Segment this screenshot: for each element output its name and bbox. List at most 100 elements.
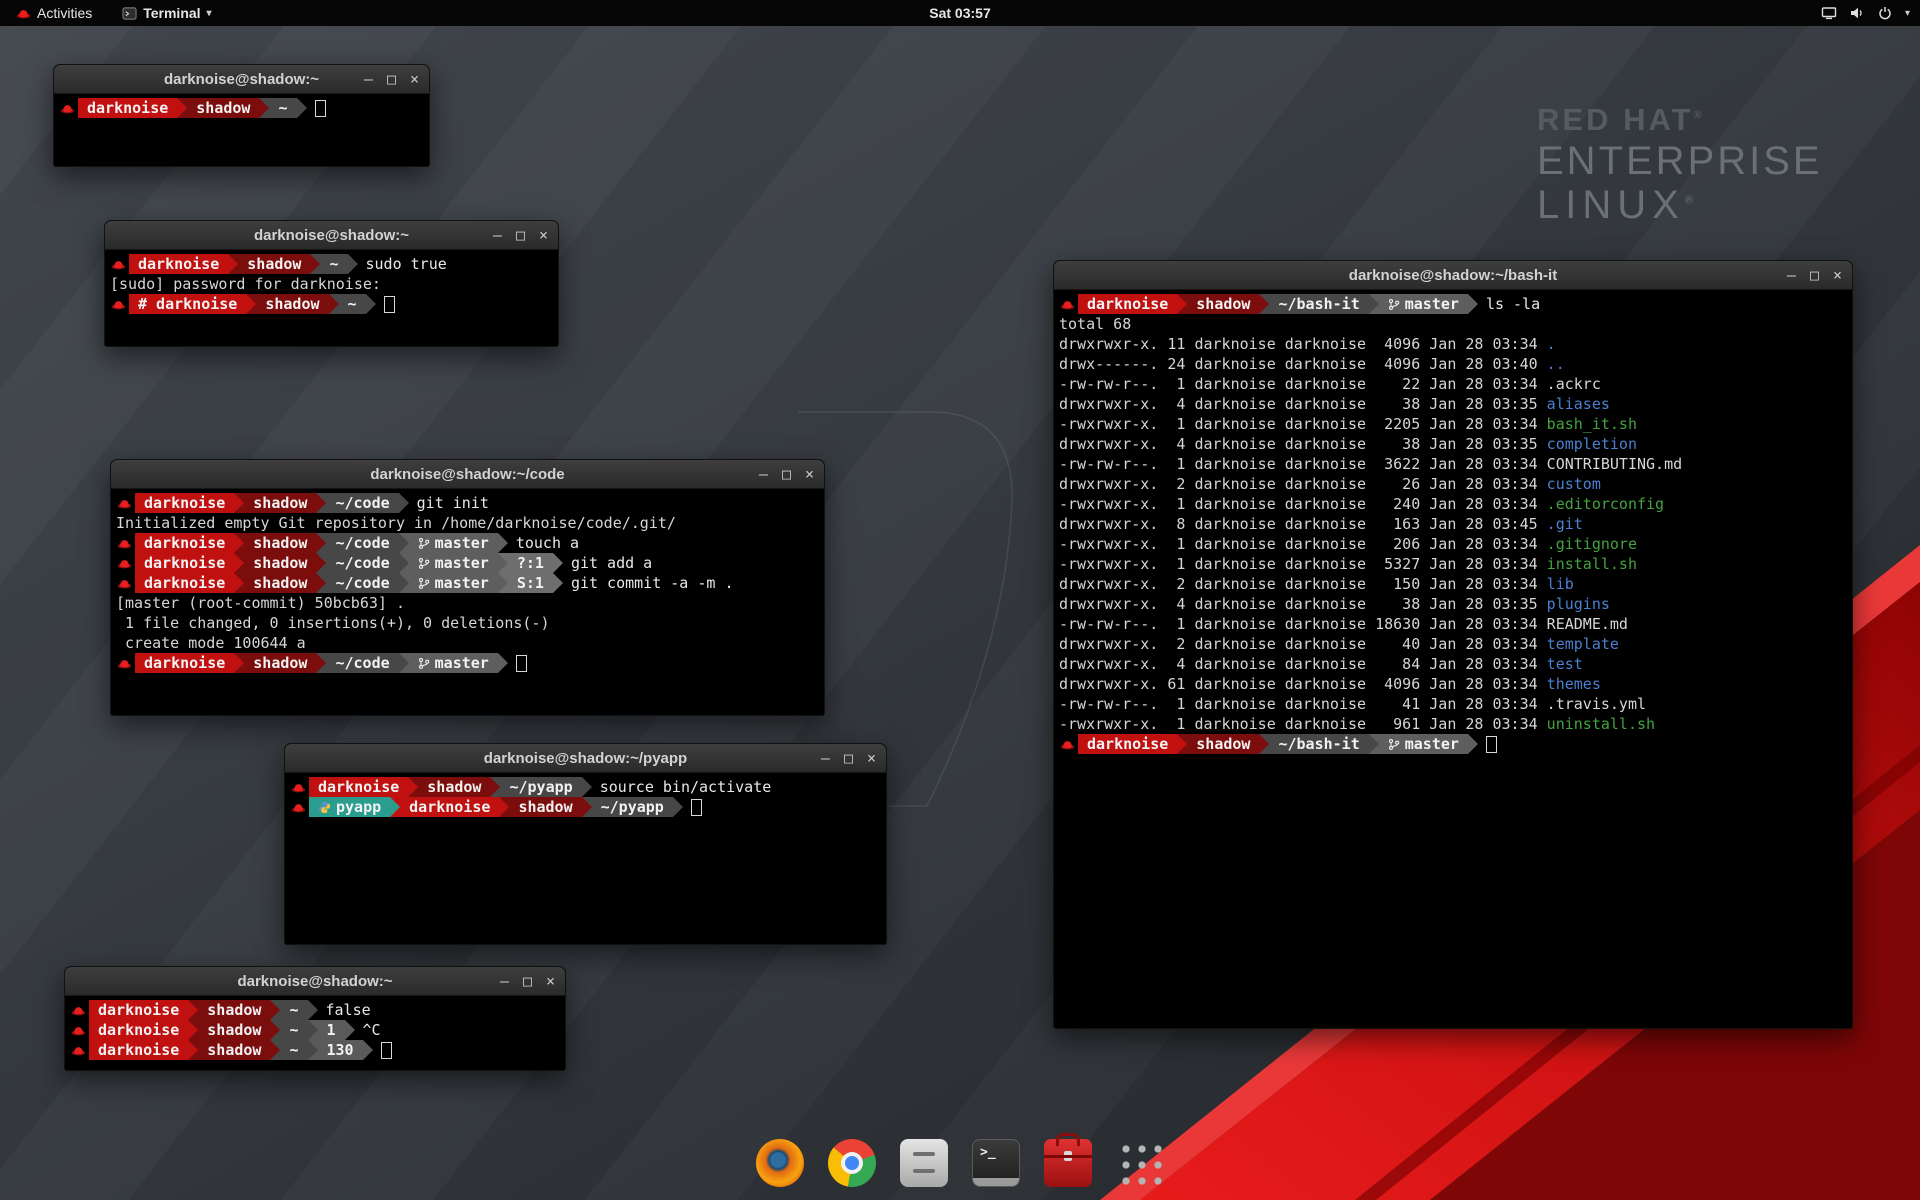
output-text: -rwxrwxr-x. 1 darknoise darknoise 5327 J… [1059,554,1637,574]
terminal-line: darknoiseshadow~130 [70,1040,559,1060]
prompt-segment-path: ~ [269,98,296,118]
powerline-separator [316,493,326,513]
maximize-button[interactable]: □ [782,460,791,488]
output-text: total 68 [1059,314,1131,334]
terminal-line: pyappdarknoiseshadow~/pyapp [290,797,880,817]
minimize-button[interactable]: – [364,65,373,93]
powerline-separator [498,573,508,593]
output-text: drwxrwxr-x. 4 darknoise darknoise 38 Jan… [1059,594,1610,614]
maximize-button[interactable]: □ [387,65,396,93]
top-bar: Activities Terminal ▾ Sat 03:57 ▾ [0,0,1920,26]
close-button[interactable]: × [539,221,548,249]
maximize-button[interactable]: □ [1810,261,1819,289]
filename-dir: .git [1547,515,1583,533]
terminal-body[interactable]: darknoiseshadow~ [54,94,429,118]
minimize-button[interactable]: – [1787,261,1796,289]
minimize-button[interactable]: – [493,221,502,249]
prompt-segment-host: shadow [509,797,581,817]
terminal-line: drwxrwxr-x. 4 darknoise darknoise 38 Jan… [1059,594,1846,614]
terminal-icon: >_ [972,1139,1020,1187]
terminal-body[interactable]: darknoiseshadow~/pyappsource bin/activat… [285,773,886,817]
command-text: false [318,1000,371,1020]
clock[interactable]: Sat 03:57 [0,5,1920,21]
terminal-line: # darknoiseshadow~ [110,294,552,314]
command-text: git commit -a -m . [563,573,734,593]
terminal-cursor [691,799,702,816]
prompt-segment-host: shadow [1187,294,1259,314]
filename-exec: .gitignore [1547,535,1637,553]
window-titlebar[interactable]: darknoise@shadow:~/pyapp – □ × [285,744,886,773]
terminal-body[interactable]: darknoiseshadow~/bash-itmasterls -latota… [1054,290,1852,754]
powerline-separator [310,254,320,274]
close-button[interactable]: × [867,744,876,772]
output-text: drwxrwxr-x. 8 darknoise darknoise 163 Ja… [1059,514,1583,534]
close-button[interactable]: × [546,967,555,995]
dock-item-toolbox[interactable] [1043,1138,1093,1188]
output-part: drwxrwxr-x. 2 darknoise darknoise 150 Ja… [1059,575,1547,593]
terminal-cursor [315,100,326,117]
dock-item-firefox[interactable] [755,1138,805,1188]
prompt-segment-user: darknoise [400,797,499,817]
dock-item-terminal[interactable]: >_ [971,1138,1021,1188]
window-titlebar[interactable]: darknoise@shadow:~ – □ × [65,967,565,996]
maximize-button[interactable]: □ [844,744,853,772]
terminal-line: -rwxrwxr-x. 1 darknoise darknoise 5327 J… [1059,554,1846,574]
output-part: .travis.yml [1547,695,1646,713]
powerline-separator [329,294,339,314]
dock-item-chrome[interactable] [827,1138,877,1188]
command-text: ls -la [1478,294,1540,314]
red-hat-icon [290,777,309,797]
output-text: drwx------. 24 darknoise darknoise 4096 … [1059,354,1565,374]
window-titlebar[interactable]: darknoise@shadow:~/code – □ × [111,460,824,489]
red-hat-icon [110,254,129,274]
powerline-separator [1259,734,1269,754]
powerline-separator [408,777,418,797]
powerline-separator [270,1000,280,1020]
prompt-segment-status: ?:1 [508,553,553,573]
dock-item-files[interactable] [899,1138,949,1188]
prompt-segment-host: shadow [198,1000,270,1020]
terminal-prompt-glyph: >_ [980,1145,996,1160]
prompt-segment-user: darknoise [135,533,234,553]
prompt-segment-host: shadow [244,493,316,513]
prompt-segment-user: darknoise [135,493,234,513]
output-part: -rwxrwxr-x. 1 darknoise darknoise 5327 J… [1059,555,1547,573]
window-titlebar[interactable]: darknoise@shadow:~/bash-it – □ × [1054,261,1852,290]
volume-icon [1849,5,1865,21]
git-branch-icon [418,537,430,550]
powerline-separator [270,1020,280,1040]
close-button[interactable]: × [410,65,419,93]
output-text: [master (root-commit) 50bcb63] . [116,593,405,613]
terminal-body[interactable]: darknoiseshadow~/codegit initInitialized… [111,489,824,673]
close-button[interactable]: × [1833,261,1842,289]
prompt-segment-user: darknoise [1078,734,1177,754]
window-titlebar[interactable]: darknoise@shadow:~ – □ × [54,65,429,94]
red-hat-icon [1059,734,1078,754]
prompt-segment-user: darknoise [309,777,408,797]
close-button[interactable]: × [805,460,814,488]
maximize-button[interactable]: □ [516,221,525,249]
output-part: drwxrwxr-x. 4 darknoise darknoise 38 Jan… [1059,435,1547,453]
prompt-segment-user: darknoise [129,254,228,274]
maximize-button[interactable]: □ [523,967,532,995]
prompt-segment-path: ~/code [326,573,398,593]
filename-exec: uninstall.sh [1547,715,1655,733]
prompt-segment-git: master [1379,734,1468,754]
powerline-separator [188,1020,198,1040]
window-title: darknoise@shadow:~ [105,227,558,244]
terminal-body[interactable]: darknoiseshadow~sudo true[sudo] password… [105,250,558,314]
terminal-body[interactable]: darknoiseshadow~falsedarknoiseshadow~1^C… [65,996,565,1060]
powerline-separator [363,1040,373,1060]
window-titlebar[interactable]: darknoise@shadow:~ – □ × [105,221,558,250]
dock-item-app-grid[interactable] [1115,1138,1165,1188]
chrome-icon [828,1139,876,1187]
python-icon [318,801,331,814]
output-text: [sudo] password for darknoise: [110,274,390,294]
terminal-window-bash-it: darknoise@shadow:~/bash-it – □ × darknoi… [1053,260,1853,1029]
minimize-button[interactable]: – [500,967,509,995]
display-icon [1821,5,1837,21]
system-menu[interactable]: ▾ [1821,5,1910,21]
minimize-button[interactable]: – [759,460,768,488]
minimize-button[interactable]: – [821,744,830,772]
filename-dir: test [1547,655,1583,673]
